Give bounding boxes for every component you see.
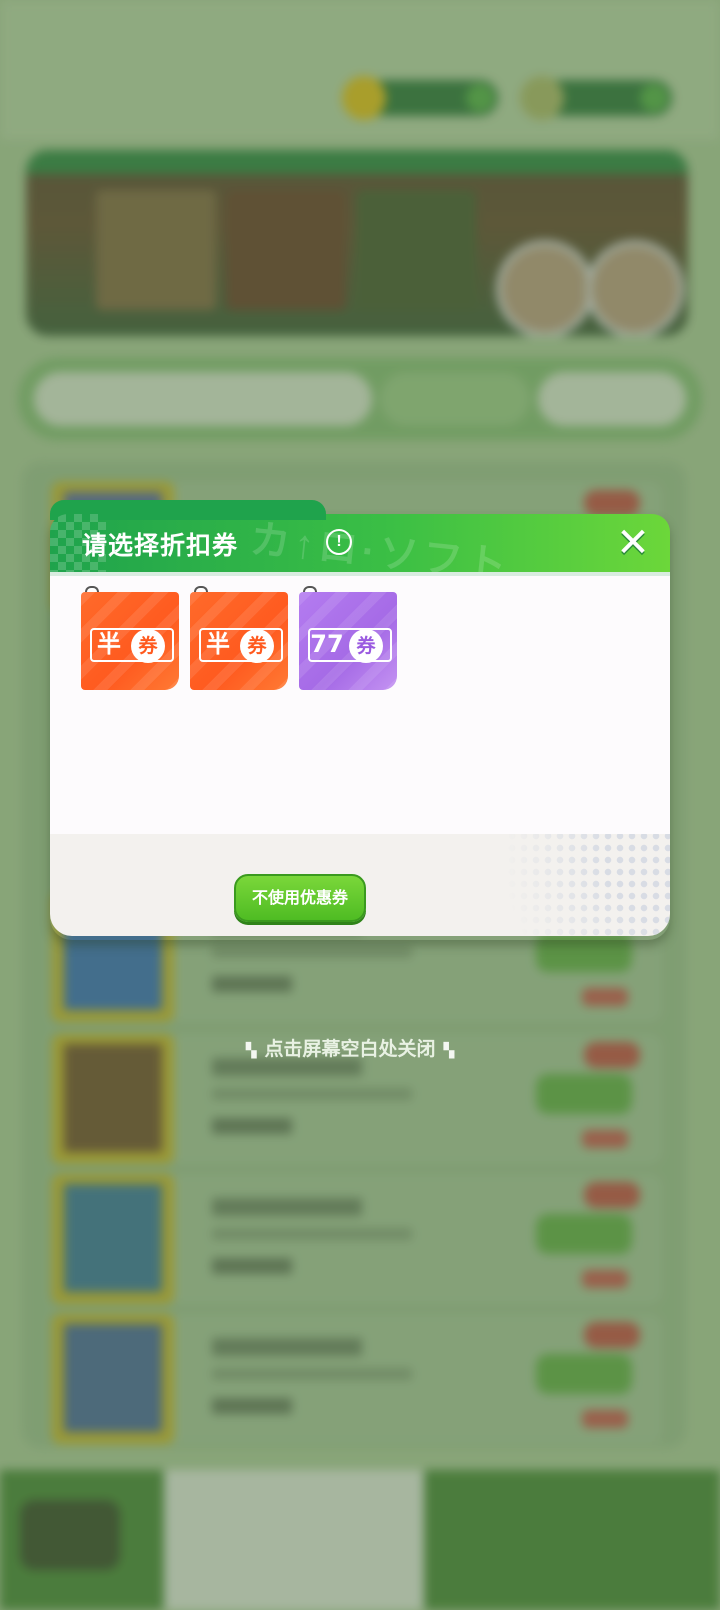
close-icon[interactable]: ✕ (614, 523, 652, 563)
dialog-title: 请选择折扣券 (82, 531, 239, 560)
close-hint-text: 点击屏幕空白处关闭 (264, 1038, 436, 1060)
coupon-unit: 券 (349, 629, 383, 663)
halftone-decoration (470, 834, 670, 936)
hint-deco-icon: ▚ (245, 1043, 257, 1059)
coupon-value: 77 (310, 630, 344, 658)
dialog-header: カ↑ロ·ソフト 请选择折扣券 ! ✕ (50, 500, 670, 589)
coupon-value: 半 (97, 630, 121, 658)
hint-deco-icon: ▚ (443, 1043, 455, 1059)
coupon-unit: 券 (240, 629, 274, 663)
info-icon[interactable]: ! (326, 529, 352, 555)
close-hint: ▚ 点击屏幕空白处关闭 ▚ (0, 1034, 700, 1061)
coupon-value: 半 (206, 630, 230, 658)
coupon-card[interactable]: 77 券 (299, 592, 397, 690)
coupon-unit: 券 (131, 629, 165, 663)
coupon-card[interactable]: 半 券 (81, 592, 179, 690)
no-coupon-button[interactable]: 不使用优惠券 (234, 874, 366, 922)
coupon-card[interactable]: 半 券 (190, 592, 288, 690)
